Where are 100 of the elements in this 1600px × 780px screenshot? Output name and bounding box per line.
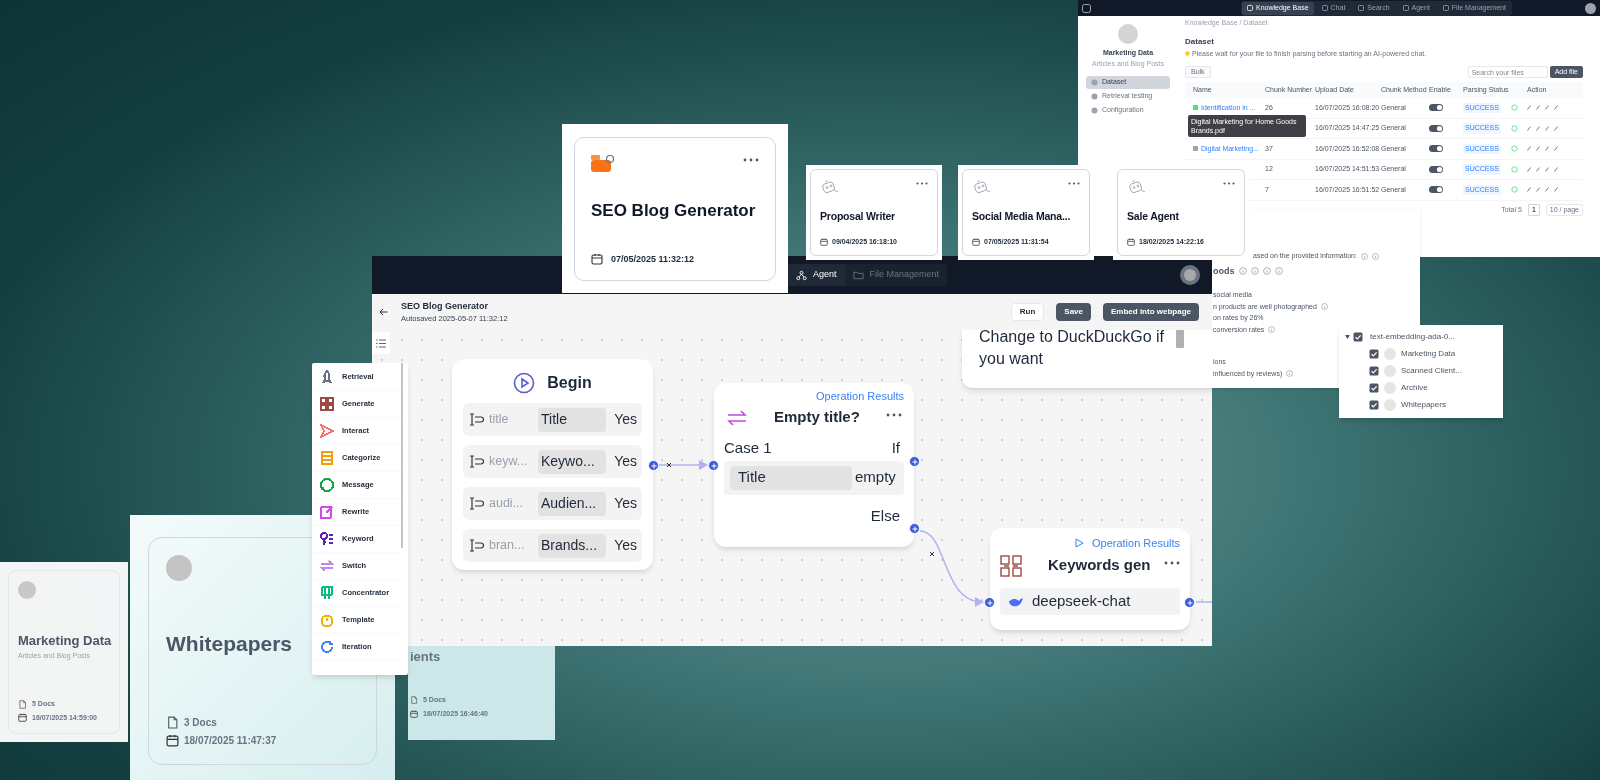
card-title: Proposal Writer bbox=[820, 209, 895, 223]
info-icon[interactable] bbox=[1274, 267, 1283, 276]
checkbox[interactable] bbox=[1369, 349, 1379, 359]
robot-icon bbox=[1127, 179, 1147, 195]
toggle-switch[interactable] bbox=[1429, 145, 1443, 153]
avatar-icon bbox=[18, 581, 36, 599]
outline-button[interactable] bbox=[372, 332, 390, 354]
operation-results-link[interactable]: Operation Results bbox=[1091, 535, 1180, 552]
info-icon[interactable] bbox=[1320, 303, 1328, 311]
required-text: Yes bbox=[614, 452, 637, 471]
variable-label: Audien... bbox=[538, 491, 606, 516]
input-row[interactable]: bran... Brands... Yes bbox=[463, 529, 642, 562]
circle-icon bbox=[1091, 93, 1098, 100]
checkbox[interactable] bbox=[1369, 400, 1379, 410]
agent-card[interactable]: SEO Blog Generator 07/05/2025 11:32:12 bbox=[562, 124, 788, 293]
node-title: Keywords gen bbox=[1048, 555, 1151, 576]
switch-node[interactable]: Operation Results Empty title? Case 1 If Title empty Else bbox=[714, 383, 914, 547]
operation-results-link[interactable]: Operation Results bbox=[815, 388, 904, 405]
begin-node[interactable]: Begin title Title Yes keyw... Keywo... Yes audi... Audien... Yes bran... Brands... Yes bbox=[452, 359, 653, 570]
avatar-icon bbox=[1384, 348, 1396, 360]
variable-label: Brands... bbox=[538, 533, 606, 558]
refresh-icon[interactable] bbox=[1510, 186, 1518, 194]
input-row[interactable]: title Title Yes bbox=[463, 403, 642, 436]
connection-handle[interactable] bbox=[1184, 597, 1195, 608]
more-icon[interactable] bbox=[1223, 182, 1235, 185]
calendar-icon bbox=[820, 237, 828, 246]
info-icon[interactable] bbox=[1250, 267, 1259, 276]
info-icon[interactable] bbox=[1268, 326, 1276, 334]
logo-icon bbox=[1082, 3, 1091, 13]
play-icon[interactable] bbox=[1074, 538, 1084, 549]
toggle-switch[interactable] bbox=[1429, 165, 1443, 173]
more-icon[interactable] bbox=[1164, 560, 1180, 565]
connection-handle[interactable] bbox=[909, 456, 920, 467]
refresh-icon[interactable] bbox=[1510, 124, 1518, 132]
info-icon[interactable] bbox=[1262, 267, 1271, 276]
avatar-icon[interactable] bbox=[1585, 2, 1596, 14]
file-icon bbox=[1193, 105, 1198, 111]
checkbox[interactable] bbox=[1353, 332, 1363, 342]
info-icon[interactable] bbox=[1371, 252, 1379, 260]
calendar-icon bbox=[410, 709, 418, 718]
variable-name: audi... bbox=[489, 495, 525, 513]
refresh-icon[interactable] bbox=[1510, 104, 1518, 112]
connection-handle[interactable] bbox=[909, 523, 920, 534]
refresh-icon[interactable] bbox=[1510, 145, 1518, 153]
variable-label: Keywo... bbox=[538, 449, 606, 474]
variable-name: title bbox=[489, 411, 510, 429]
input-row[interactable]: audi... Audien... Yes bbox=[463, 487, 642, 520]
tree-item[interactable]: text-embedding-ada-0... bbox=[1370, 331, 1455, 343]
avatar-icon bbox=[1384, 399, 1396, 411]
tree-item[interactable]: Archive bbox=[1401, 382, 1428, 394]
tree-item[interactable]: Scanned Client... bbox=[1401, 365, 1462, 377]
play-icon bbox=[513, 372, 536, 394]
nodes-icon bbox=[796, 269, 807, 281]
calendar-icon bbox=[591, 253, 603, 266]
info-icon[interactable] bbox=[1286, 370, 1294, 378]
model-row[interactable]: deepseek-chat bbox=[1000, 587, 1180, 615]
tab-icon bbox=[1321, 5, 1328, 11]
toggle-switch[interactable] bbox=[1429, 124, 1443, 132]
more-icon[interactable] bbox=[743, 158, 759, 162]
back-arrow-icon[interactable] bbox=[379, 308, 388, 316]
toggle-switch[interactable] bbox=[1429, 186, 1443, 194]
connection-handle[interactable] bbox=[708, 460, 719, 471]
caret-icon[interactable] bbox=[1345, 335, 1350, 339]
connection-handle[interactable] bbox=[648, 460, 659, 471]
info-icon[interactable] bbox=[1360, 252, 1368, 260]
toggle-switch[interactable] bbox=[1429, 104, 1443, 112]
plus-icon bbox=[986, 599, 993, 606]
plus-icon bbox=[911, 525, 918, 532]
avatar-icon bbox=[1384, 365, 1396, 377]
more-icon[interactable] bbox=[886, 412, 902, 417]
doc-count: 3 Docs bbox=[184, 716, 217, 730]
tree-item[interactable]: Marketing Data bbox=[1401, 348, 1456, 360]
embed-button[interactable]: Embed into webpage bbox=[1103, 303, 1199, 321]
note-text: Change to DuckDuckGo if you want bbox=[979, 330, 1165, 369]
more-icon[interactable] bbox=[916, 182, 928, 185]
avatar-icon[interactable] bbox=[1180, 265, 1200, 285]
required-text: Yes bbox=[614, 494, 637, 513]
connection-handle[interactable] bbox=[984, 597, 995, 608]
case-label: Case 1 bbox=[724, 438, 772, 459]
nav-tab[interactable]: Agent bbox=[788, 264, 845, 286]
save-button[interactable]: Save bbox=[1056, 303, 1091, 321]
text-input-icon bbox=[468, 455, 484, 468]
calendar-icon bbox=[166, 734, 179, 747]
tab-icon bbox=[1247, 5, 1253, 11]
generate-node[interactable]: Operation Results Keywords gen deepseek-chat bbox=[990, 528, 1190, 630]
avatar-icon bbox=[1384, 382, 1396, 394]
list-icon bbox=[376, 338, 386, 348]
run-button[interactable]: Run bbox=[1010, 303, 1045, 321]
input-row[interactable]: keyw... Keywo... Yes bbox=[463, 445, 642, 478]
robot-icon bbox=[972, 179, 992, 195]
checkbox[interactable] bbox=[1369, 383, 1379, 393]
section-heading: Dataset bbox=[1185, 35, 1215, 48]
tree-item[interactable]: Whitepapers bbox=[1401, 399, 1446, 411]
checkbox[interactable] bbox=[1369, 366, 1379, 376]
refresh-icon[interactable] bbox=[1510, 165, 1518, 173]
info-icon[interactable] bbox=[1238, 267, 1247, 276]
calendar-icon bbox=[1127, 237, 1135, 246]
condition-row[interactable]: Title empty bbox=[724, 460, 904, 495]
more-icon[interactable] bbox=[1068, 182, 1080, 185]
note-node[interactable]: Change to DuckDuckGo if you want bbox=[962, 330, 1212, 388]
